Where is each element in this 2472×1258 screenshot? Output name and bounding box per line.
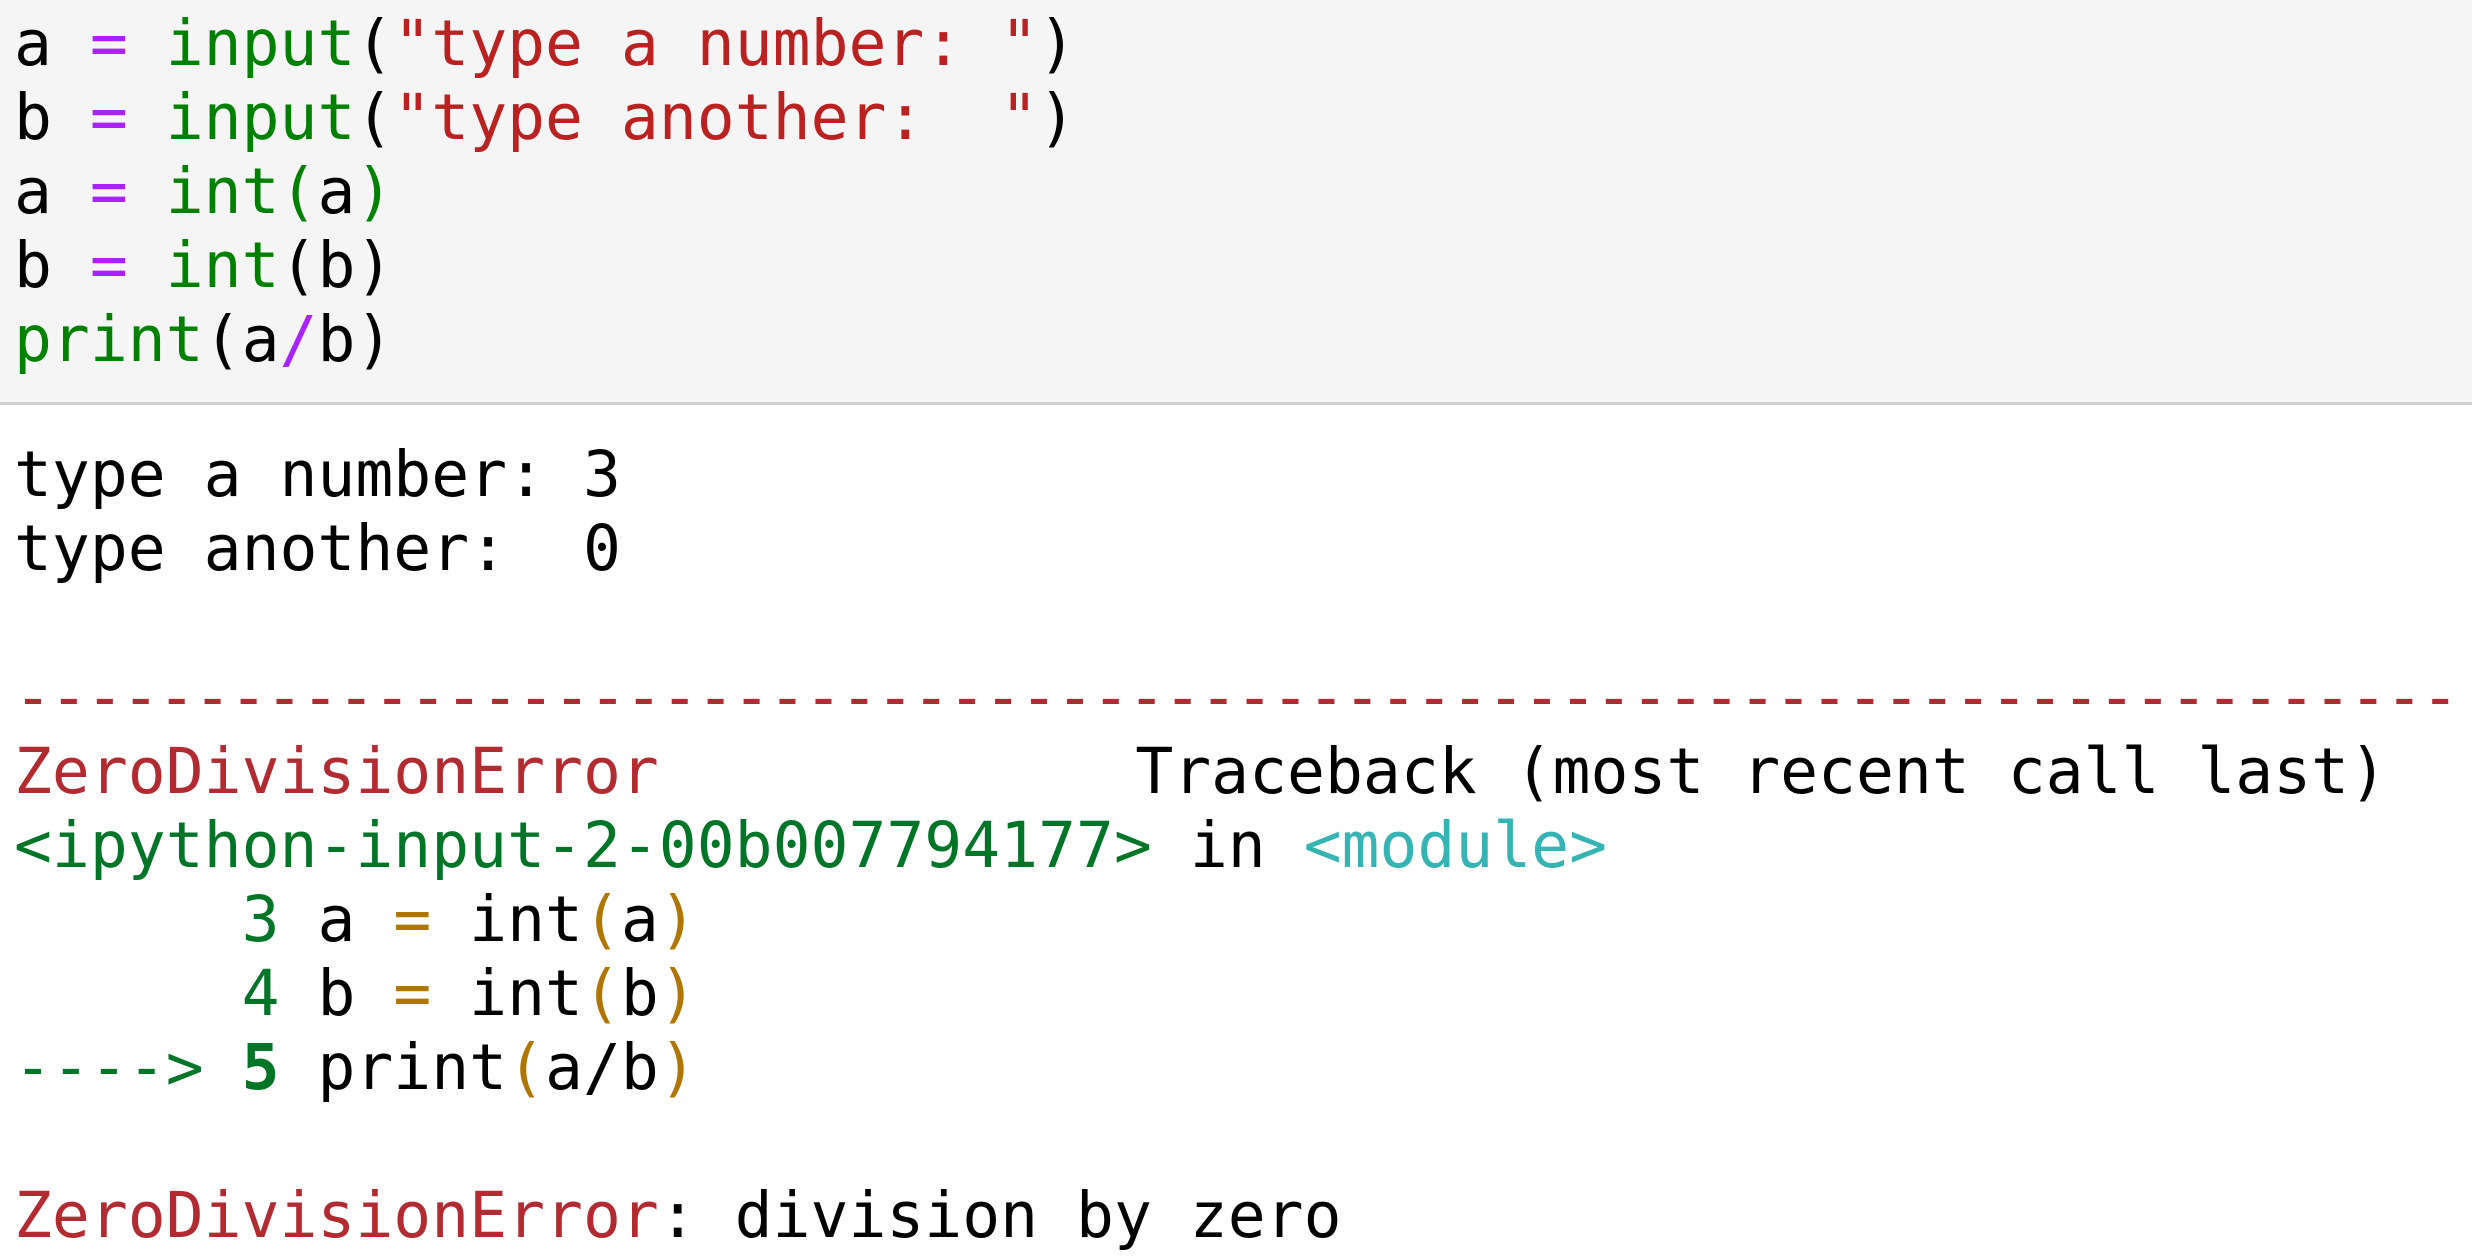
frame-paren: )	[658, 883, 697, 956]
traceback-in-label: in	[1151, 809, 1304, 882]
frame-code: a	[279, 883, 394, 956]
code-paren: (	[355, 81, 394, 154]
code-paren: (	[279, 229, 318, 302]
code-operator: =	[89, 155, 128, 228]
traceback-module: <module>	[1303, 809, 1608, 882]
frame-indent	[14, 957, 242, 1030]
code-function: input	[165, 81, 356, 154]
traceback-frame-current: ----> 5 print(a/b)	[14, 1031, 697, 1105]
frame-paren: )	[658, 1031, 697, 1104]
code-arg: a	[241, 303, 280, 376]
traceback-location: <ipython-input-2-00b007794177> in <modul…	[14, 809, 1607, 883]
code-string: "type a number: "	[393, 7, 1039, 80]
code-paren: (	[279, 155, 318, 228]
code-function: int	[165, 229, 280, 302]
frame-paren: (	[582, 957, 621, 1030]
code-paren: )	[1038, 7, 1077, 80]
code-operator: =	[89, 81, 128, 154]
frame-code: int	[431, 957, 583, 1030]
frame-code: int	[431, 883, 583, 956]
code-line-1: a = input("type a number: ")	[14, 7, 1076, 81]
frame-indent	[14, 883, 242, 956]
traceback-frame-line: 4 b = int(b)	[14, 957, 697, 1031]
code-paren: )	[1038, 81, 1077, 154]
traceback-header: Traceback (most recent call last)	[1135, 735, 2387, 808]
code-paren: )	[355, 155, 394, 228]
frame-paren: )	[658, 957, 697, 1030]
frame-code: print	[279, 1031, 508, 1104]
final-error-message: : division by zero	[658, 1179, 1342, 1252]
code-operator: /	[279, 303, 318, 376]
code-paren: (	[203, 303, 242, 376]
frame-line-number: 5	[203, 1031, 280, 1104]
frame-arg: a	[620, 883, 659, 956]
stdin-line-2: type another: 0	[14, 512, 621, 585]
code-line-4: b = int(b)	[14, 229, 393, 303]
frame-arg: b	[620, 957, 659, 1030]
traceback-separator: ----------------------------------------…	[14, 661, 2459, 734]
frame-arrow: ---->	[14, 1031, 204, 1104]
code-operator: =	[89, 7, 128, 80]
code-var: a	[14, 7, 52, 80]
code-paren: )	[355, 229, 394, 302]
code-var: b	[14, 229, 52, 302]
output-area: type a number: 3 type another: 0 -------…	[0, 405, 2472, 1258]
code-line-5: print(a/b)	[14, 303, 393, 377]
frame-paren: (	[507, 1031, 546, 1104]
code-string: "type another: "	[393, 81, 1039, 154]
code-line-2: b = input("type another: ")	[14, 81, 1076, 155]
code-arg: b	[317, 303, 356, 376]
frame-line-number: 4	[241, 957, 280, 1030]
frame-paren: (	[582, 883, 621, 956]
code-operator: =	[89, 229, 128, 302]
code-cell[interactable]: a = input("type a number: ") b = input("…	[0, 0, 2472, 405]
code-var: a	[14, 155, 52, 228]
code-paren: (	[355, 7, 394, 80]
frame-code: b	[279, 957, 394, 1030]
code-function: int	[165, 155, 280, 228]
frame-operator: =	[393, 883, 432, 956]
code-arg: b	[317, 229, 356, 302]
code-function: print	[14, 303, 204, 376]
traceback-file[interactable]: <ipython-input-2-00b007794177>	[14, 809, 1152, 882]
code-function: input	[165, 7, 356, 80]
final-error-name: ZeroDivisionError	[14, 1179, 659, 1252]
stdin-line-1: type a number: 3	[14, 438, 621, 511]
code-arg: a	[317, 155, 356, 228]
frame-operator: =	[393, 957, 432, 1030]
code-var: b	[14, 81, 52, 154]
code-line-3: a = int(a)	[14, 155, 393, 229]
frame-line-number: 3	[241, 883, 280, 956]
code-paren: )	[355, 303, 394, 376]
frame-arg: a/b	[545, 1031, 659, 1104]
traceback-frame-line: 3 a = int(a)	[14, 883, 697, 957]
final-error-line: ZeroDivisionError: division by zero	[14, 1179, 1342, 1253]
traceback-error-name: ZeroDivisionError	[14, 735, 659, 808]
